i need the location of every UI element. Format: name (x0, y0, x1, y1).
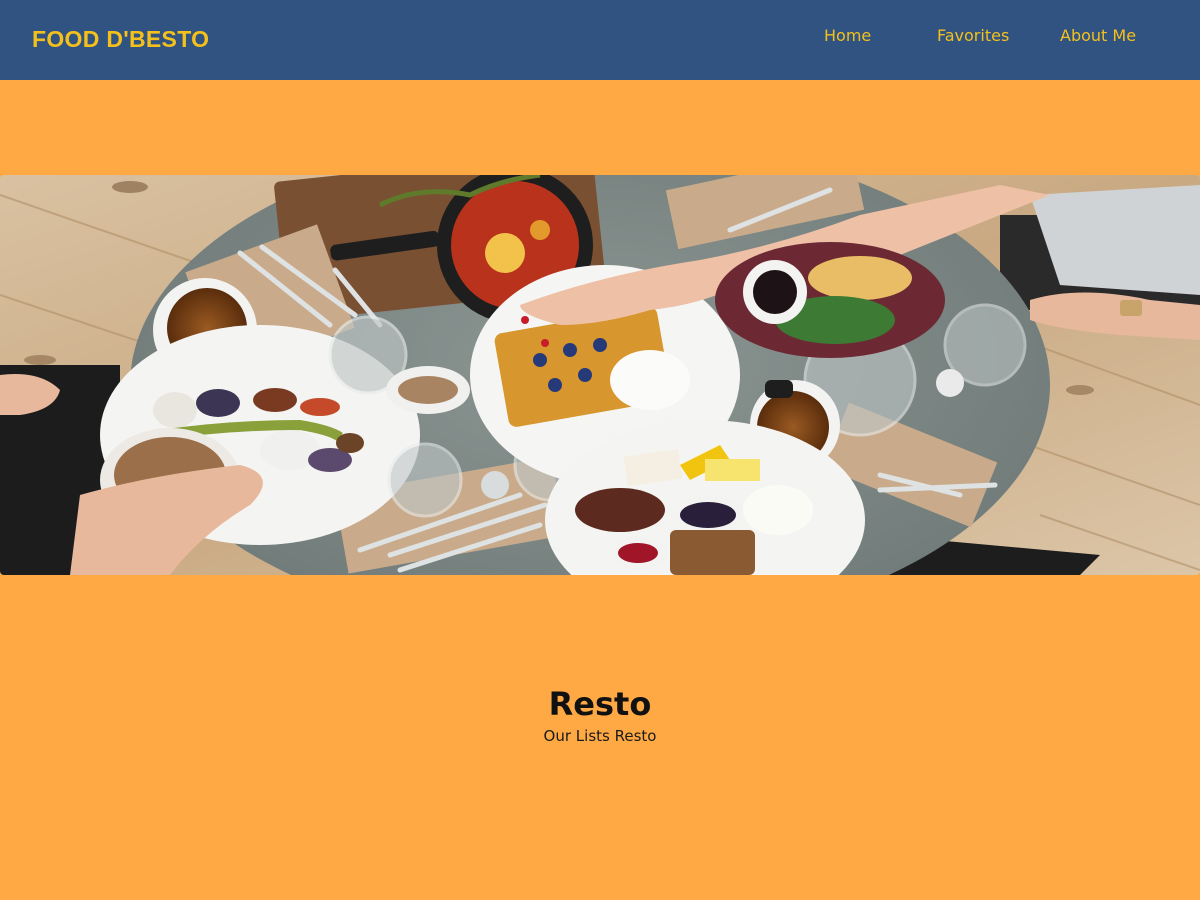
nav-link-about-me[interactable]: About Me (1060, 26, 1136, 45)
section-title: Resto (548, 685, 652, 723)
hero-image (0, 175, 1200, 575)
nav-link-favorites[interactable]: Favorites (937, 26, 1009, 45)
hero-illustration (0, 175, 1200, 575)
brand-logo[interactable]: FOOD D'BESTO (32, 26, 209, 53)
nav-link-home[interactable]: Home (824, 26, 871, 45)
app-header: FOOD D'BESTO Home Favorites About Me (0, 0, 1200, 80)
section-subtitle: Our Lists Resto (543, 727, 657, 745)
